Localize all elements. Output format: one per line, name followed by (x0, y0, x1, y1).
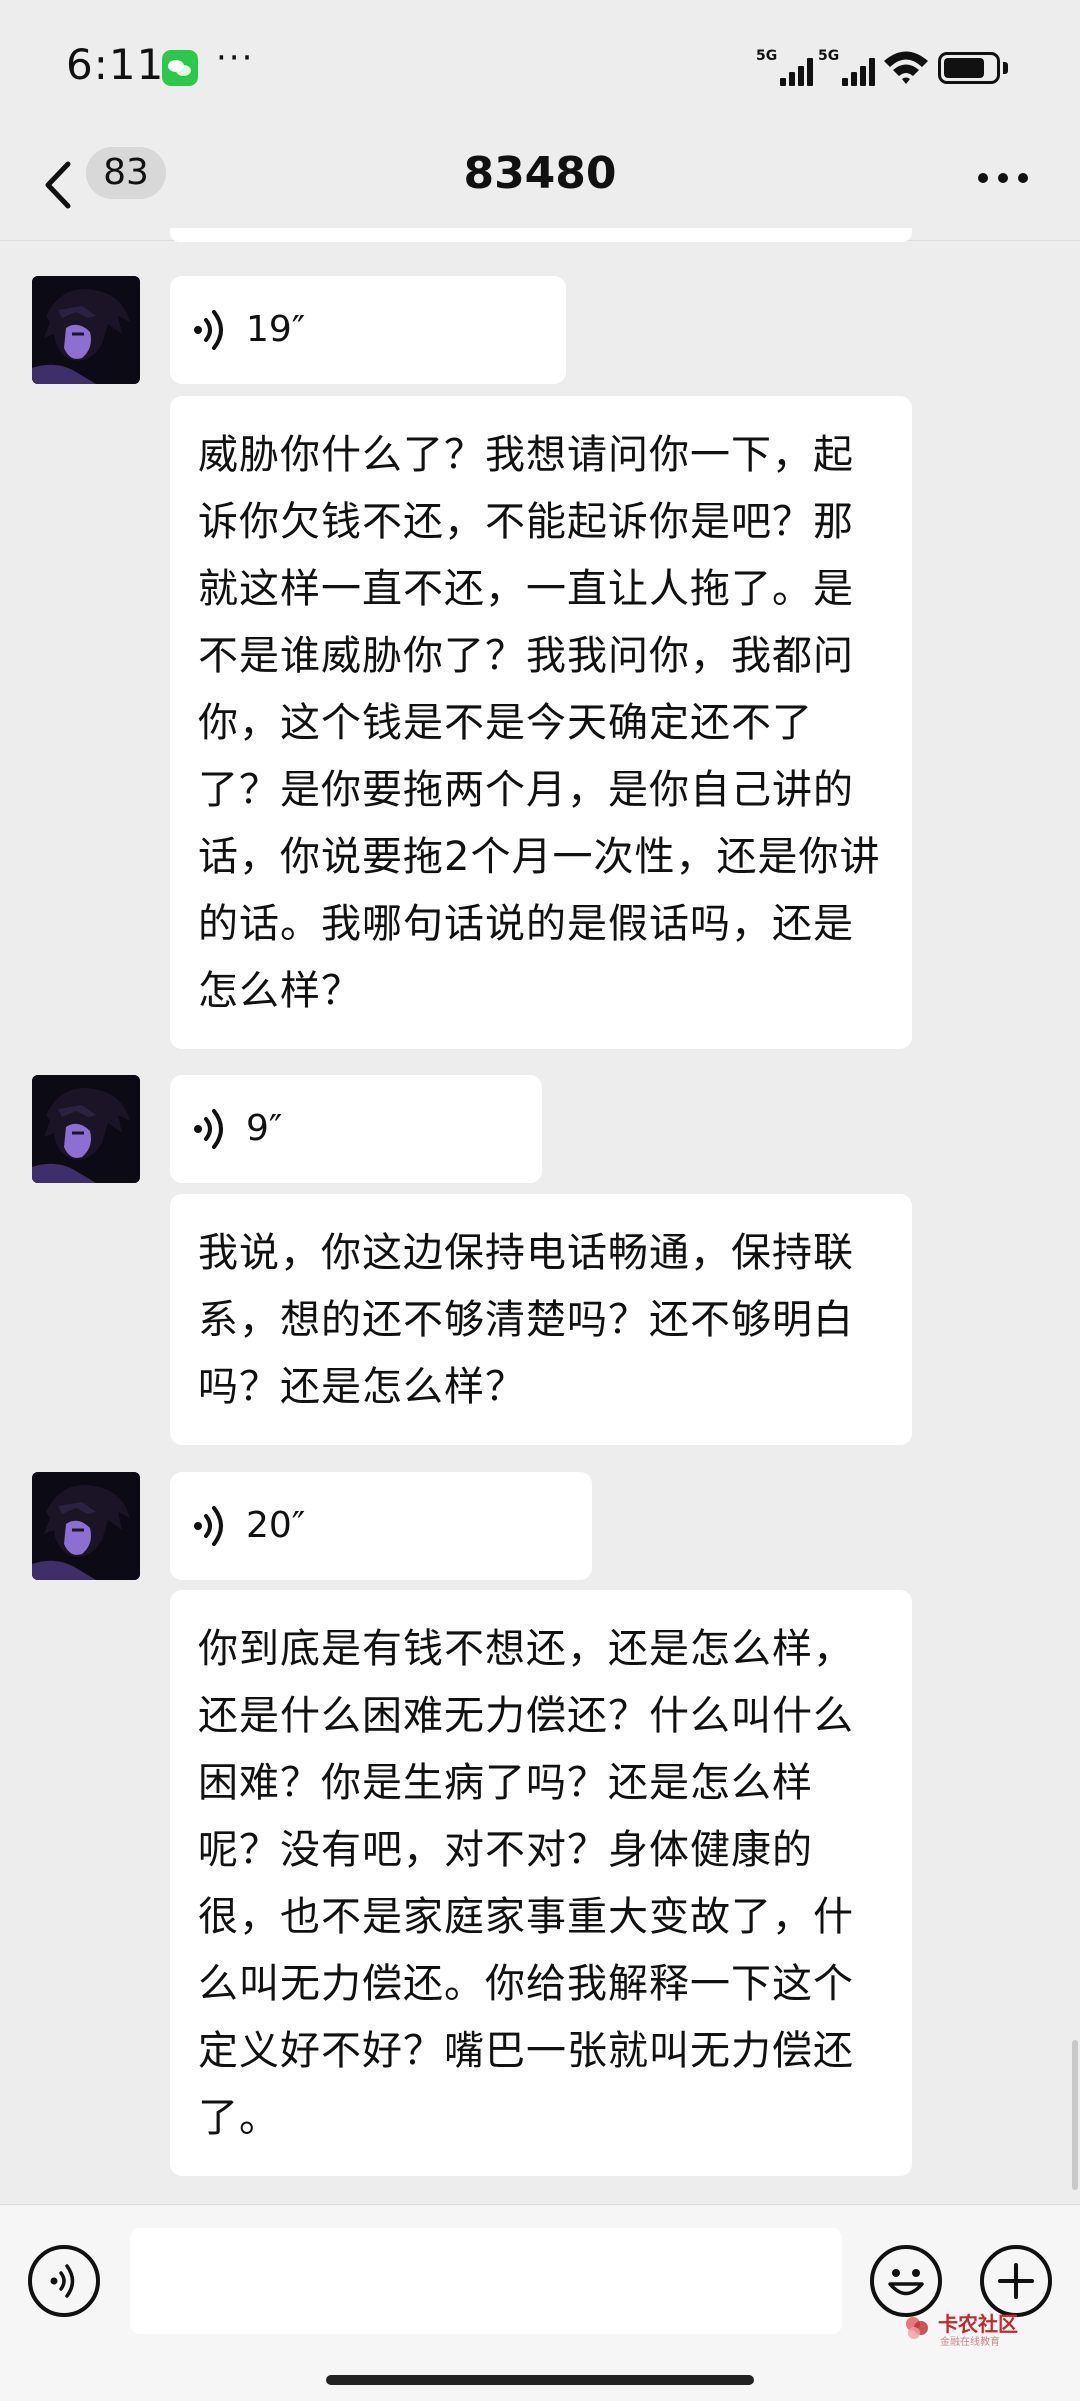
smiley-icon (888, 2269, 924, 2296)
voice-icon (50, 2264, 75, 2298)
home-indicator[interactable] (326, 2375, 754, 2385)
battery-icon (938, 52, 1000, 84)
scrollbar-thumb[interactable] (1072, 2040, 1078, 2190)
text-message[interactable]: 威胁你什么了？我想请问你一下，起诉你欠钱不还，不能起诉你是吧？那就这样一直不还，… (170, 396, 912, 1049)
voice-wave-icon (194, 1506, 223, 1546)
voice-message[interactable]: 19″ (170, 276, 566, 384)
more-notifications-icon: ··· (216, 38, 255, 78)
voice-duration: 9″ (246, 1108, 283, 1149)
voice-wave-icon (194, 310, 223, 350)
chat-header: 83 83480 (0, 130, 1080, 241)
plus-icon (998, 2263, 1034, 2299)
more-options-icon[interactable] (976, 168, 1032, 188)
emoji-button[interactable] (870, 2245, 942, 2317)
wechat-notification-icon (162, 50, 198, 86)
watermark-subtitle: 金融在线教育 (940, 2337, 1000, 2348)
voice-message[interactable]: 9″ (170, 1075, 542, 1183)
chat-title: 83480 (463, 148, 617, 199)
voice-duration: 19″ (246, 309, 306, 350)
voice-message[interactable]: 20″ (170, 1472, 592, 1580)
sender-avatar[interactable] (32, 276, 140, 384)
text-message[interactable]: 你到底是有钱不想还，还是怎么样，还是什么困难无力偿还？什么叫什么困难？你是生病了… (170, 1590, 912, 2176)
status-time: 6:11 (66, 40, 165, 89)
previous-message-bubble (170, 228, 912, 242)
sender-avatar[interactable] (32, 1075, 140, 1183)
watermark-logo-icon (906, 2317, 928, 2339)
input-bar: 卡农社区 金融在线教育 (0, 2204, 1080, 2401)
network-type-label: 5G (756, 48, 778, 64)
text-message[interactable]: 我说，你这边保持电话畅通，保持联系，想的还不够清楚吗？还不够明白吗？还是怎么样？ (170, 1194, 912, 1445)
voice-input-button[interactable] (28, 2245, 100, 2317)
battery-tip (1003, 62, 1008, 74)
sender-avatar[interactable] (32, 1472, 140, 1580)
voice-duration: 20″ (246, 1505, 306, 1546)
network-type-label: 5G (818, 48, 840, 64)
voice-wave-icon (194, 1109, 223, 1149)
message-input[interactable] (130, 2228, 842, 2334)
more-features-button[interactable] (980, 2245, 1052, 2317)
status-bar: 6:11 ··· 5G 5G (0, 0, 1080, 130)
watermark-name: 卡农社区 (938, 2312, 1018, 2336)
wifi-icon (884, 51, 928, 84)
